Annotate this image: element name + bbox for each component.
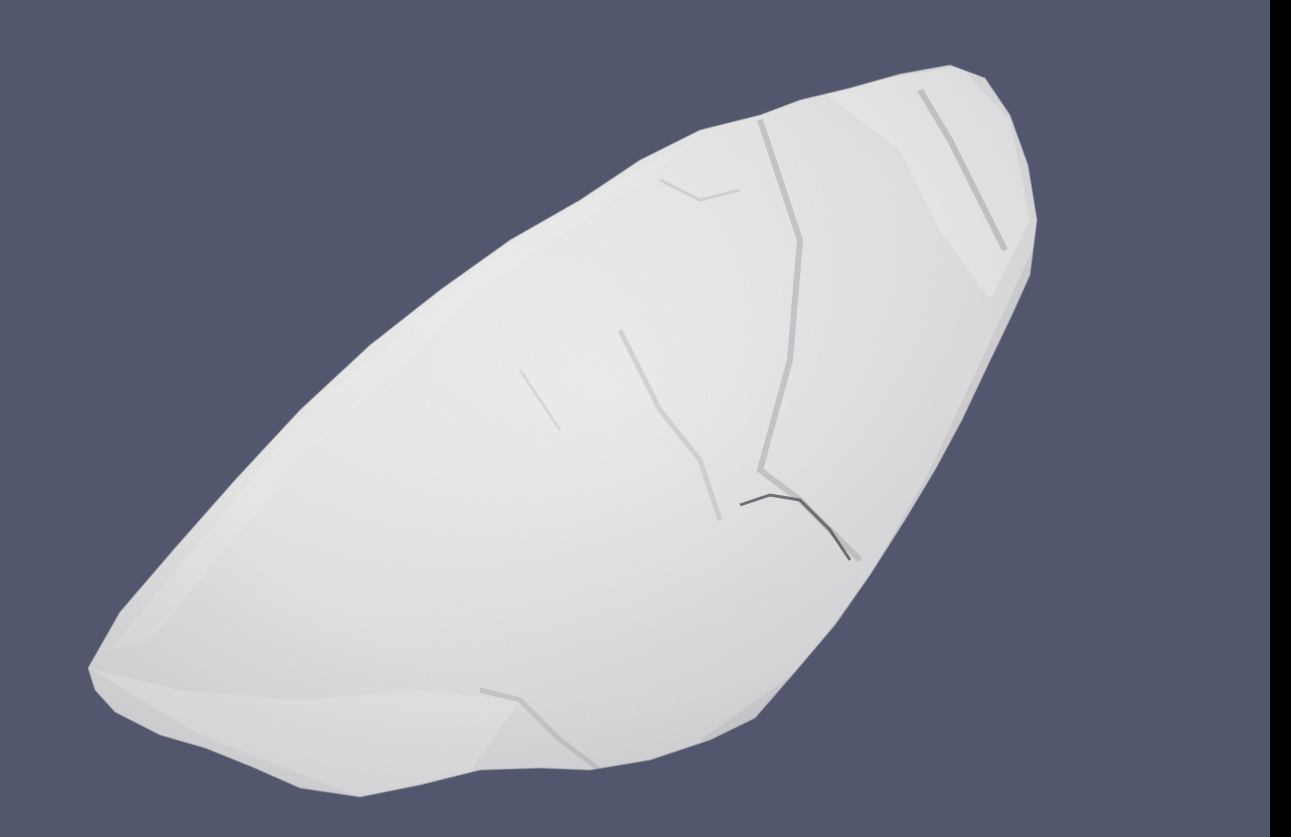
right-panel-edge <box>1270 0 1291 837</box>
3d-viewport[interactable] <box>0 0 1270 837</box>
rock-mesh-render[interactable] <box>0 0 1270 837</box>
